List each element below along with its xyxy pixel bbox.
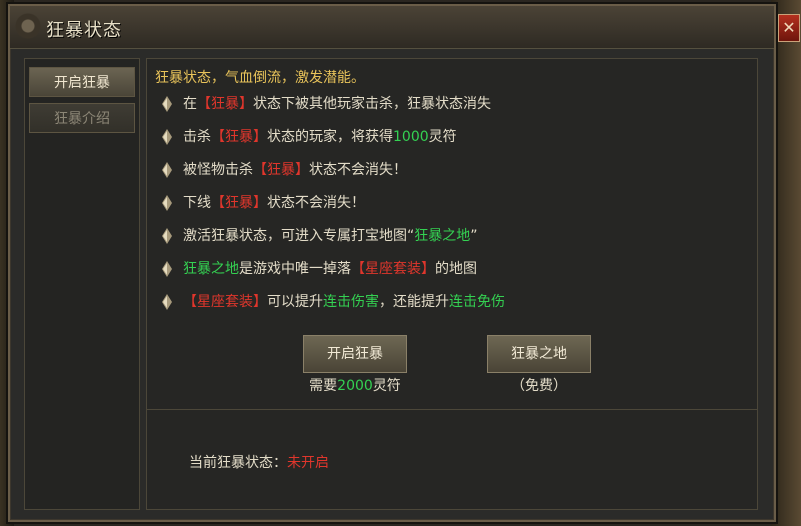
rule-text: 狂暴之地是游戏中唯一掉落【星座套装】的地图 (183, 252, 477, 286)
rule-fragment: 状态不会消失！ (267, 195, 365, 211)
current-status: 当前狂暴状态：未开启 (189, 452, 329, 472)
rule-fragment: 【狂暴】 (211, 129, 267, 145)
close-icon: ✕ (782, 18, 796, 37)
rule-fragment: 下线 (183, 195, 211, 211)
activate-berserk-button[interactable]: 开启狂暴 (303, 335, 407, 373)
rule-fragment: 是游戏中唯一掉落 (239, 261, 351, 277)
rule-fragment: 灵符 (428, 129, 457, 145)
rule-fragment: 可以提升 (267, 294, 323, 310)
rule-fragment: 在 (183, 96, 197, 112)
rule-fragment: ，还能提升 (379, 294, 449, 310)
status-value: 未开启 (287, 455, 329, 471)
rule-text: 下线【狂暴】状态不会消失！ (183, 186, 365, 220)
rule-fragment: 【星座套装】 (351, 261, 435, 277)
rule-text: 在【狂暴】状态下被其他玩家击杀，狂暴状态消失 (183, 87, 491, 121)
diamond-bullet-icon (162, 96, 172, 112)
diamond-bullet-icon (162, 228, 172, 244)
status-label: 当前狂暴状态： (189, 455, 287, 471)
title-ornament-icon (10, 6, 48, 46)
title-bar[interactable]: 狂暴状态 (10, 6, 774, 49)
free-note: （免费） (511, 378, 567, 394)
cost-suffix: 灵符 (372, 378, 401, 394)
content-panel: 狂暴状态，气血倒流，激发潜能。 在【狂暴】状态下被其他玩家击杀，狂暴状态消失 击杀… (146, 58, 758, 410)
rule-fragment: 【狂暴】 (197, 96, 253, 112)
rule-fragment: 狂暴之地 (414, 228, 471, 244)
rule-text: 被怪物击杀【狂暴】状态不会消失！ (183, 153, 407, 187)
rule-fragment: 状态不会消失！ (309, 162, 407, 178)
rule-fragment: 1000 (393, 129, 429, 145)
close-button[interactable]: ✕ (778, 14, 800, 42)
diamond-bullet-icon (162, 162, 172, 178)
rule-fragment: 【星座套装】 (183, 294, 267, 310)
rule-text: 激活狂暴状态，可进入专属打宝地图“狂暴之地” (183, 219, 478, 253)
window-title: 狂暴状态 (46, 20, 122, 41)
berserk-land-button[interactable]: 狂暴之地 (487, 335, 591, 373)
activate-cost-note: 需要2000灵符 (285, 375, 425, 395)
rule-fragment: 的地图 (435, 261, 477, 277)
tab-activate-berserk[interactable]: 开启狂暴 (29, 67, 135, 97)
sidebar: 开启狂暴 狂暴介绍 (24, 58, 140, 510)
tab-berserk-intro[interactable]: 狂暴介绍 (29, 103, 135, 133)
rule-fragment: 状态的玩家，将获得 (267, 129, 393, 145)
status-panel: 当前狂暴状态：未开启 (146, 410, 758, 510)
rule-fragment: 【狂暴】 (253, 162, 309, 178)
rule-text: 【星座套装】可以提升连击伤害，还能提升连击免伤 (183, 285, 505, 319)
diamond-bullet-icon (162, 261, 172, 277)
rule-fragment: 状态下被其他玩家击杀，狂暴状态消失 (253, 96, 491, 112)
rule-fragment: 激活狂暴状态，可进入专属打宝地图 (183, 228, 407, 244)
rule-fragment: 被怪物击杀 (183, 162, 253, 178)
rule-fragment: 狂暴之地 (183, 261, 239, 277)
rule-fragment: 击杀 (183, 129, 211, 145)
headline: 狂暴状态，气血倒流，激发潜能。 (155, 70, 365, 86)
rule-fragment: ” (470, 228, 478, 244)
diamond-bullet-icon (162, 294, 172, 310)
rule-fragment: 【狂暴】 (211, 195, 267, 211)
rule-text: 击杀【狂暴】状态的玩家，将获得1000灵符 (183, 120, 457, 154)
berserk-window: 狂暴状态 开启狂暴 狂暴介绍 狂暴状态，气血倒流，激发潜能。 在【狂暴】状态下被… (8, 4, 776, 522)
cost-value: 2000 (337, 378, 373, 394)
diamond-bullet-icon (162, 129, 172, 145)
rule-fragment: 连击免伤 (449, 294, 505, 310)
cost-prefix: 需要 (309, 378, 338, 394)
diamond-bullet-icon (162, 195, 172, 211)
rule-fragment: 连击伤害 (323, 294, 379, 310)
